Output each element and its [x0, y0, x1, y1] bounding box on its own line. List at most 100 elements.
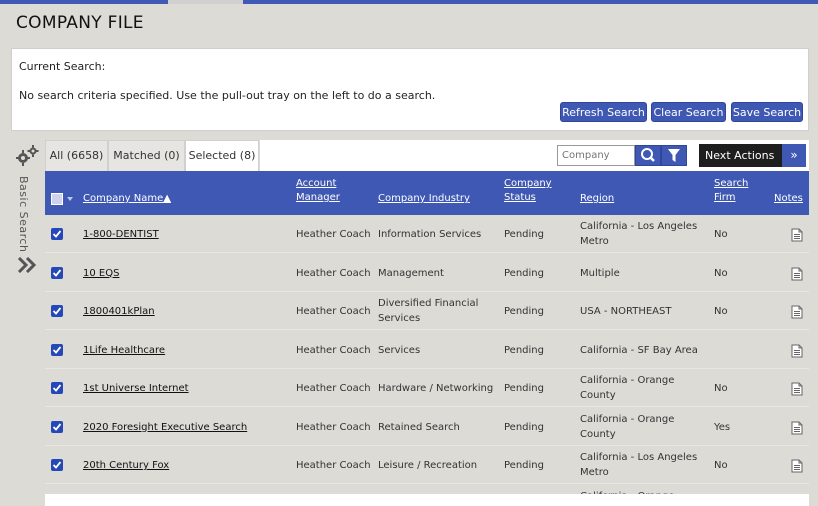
region-cell: California - Orange — [580, 375, 675, 386]
select-all-checkbox[interactable] — [51, 193, 63, 205]
tab-matched[interactable]: Matched (0) — [108, 140, 185, 171]
save-search-button[interactable]: Save Search — [731, 102, 803, 122]
company-name-link[interactable]: 10 EQS — [83, 266, 119, 281]
company-status-cell: Pending — [504, 267, 544, 279]
table-header: Company Name▲ Account Manager Company In… — [45, 171, 809, 215]
company-industry-cell: Retained Search — [378, 421, 460, 433]
row-checkbox[interactable] — [51, 382, 63, 394]
company-status-cell: Pending — [504, 460, 544, 471]
company-status-cell: Pending — [504, 306, 544, 317]
row-checkbox[interactable] — [51, 343, 63, 356]
current-search-label: Current Search: — [19, 60, 106, 73]
notes-icon[interactable] — [791, 343, 803, 357]
notes-icon[interactable] — [791, 266, 803, 280]
col-account-manager-line1: Account — [296, 178, 337, 189]
region-cell: County — [580, 390, 616, 401]
notes-icon[interactable] — [791, 420, 803, 434]
search-firm-cell: No — [714, 383, 728, 394]
account-manager-cell: Heather Coach — [296, 306, 371, 317]
filter-button[interactable] — [661, 145, 687, 166]
account-manager-cell: Heather Coach — [296, 460, 371, 471]
company-industry-cell: Services — [378, 313, 421, 324]
table-row[interactable]: 1Life Healthcare Heather Coach Services Pen… — [45, 331, 809, 369]
current-search-panel: Current Search: No search criteria speci… — [11, 48, 809, 131]
table-row[interactable]: 2020 Foresight Executive Search Heather C… — [45, 408, 809, 446]
col-company-status-line1: Company — [504, 178, 552, 189]
col-company-name[interactable]: Company Name▲ — [83, 192, 171, 206]
company-name-link[interactable]: 1Life Healthcare — [83, 343, 165, 358]
company-industry-cell: Management — [378, 267, 444, 279]
row-checkbox[interactable] — [51, 305, 63, 317]
row-checkbox[interactable] — [51, 459, 63, 471]
col-search-firm-line2: Firm — [714, 192, 736, 203]
table-row[interactable]: 20th Century Fox Heather Coach Leisure / R… — [45, 446, 809, 484]
table-row[interactable]: 1st Universe Internet Heather Coach Hardwa… — [45, 369, 809, 407]
search-tray-rail: Basic Search — [11, 140, 43, 506]
company-name-link[interactable]: 1800401kPlan — [83, 304, 155, 319]
double-chevron-icon: » — [782, 144, 806, 167]
refresh-search-button[interactable]: Refresh Search — [560, 102, 647, 122]
company-status-cell: Pending — [504, 229, 544, 240]
region-cell: Multiple — [580, 267, 620, 279]
region-cell: California - Orange — [580, 413, 675, 425]
search-firm-cell: No — [714, 460, 728, 471]
search-firm-cell: No — [714, 306, 728, 317]
next-actions-label: Next Actions — [705, 149, 775, 162]
notes-icon[interactable] — [791, 458, 803, 473]
next-actions-button[interactable]: Next Actions » — [699, 144, 806, 167]
company-name-link[interactable]: 1-800-DENTIST — [83, 227, 159, 242]
tab-all[interactable]: All (6658) — [45, 140, 108, 171]
region-cell: California - Los Angeles — [580, 452, 698, 463]
basic-search-tab[interactable]: Basic Search — [17, 176, 30, 252]
row-checkbox[interactable] — [51, 420, 63, 433]
gear-icon[interactable] — [14, 143, 40, 169]
page-title: COMPANY FILE — [16, 13, 144, 33]
account-manager-cell: Heather Coach — [296, 344, 371, 356]
company-name-link[interactable]: 2020 Foresight Executive Search — [83, 420, 247, 435]
company-industry-cell: Information Services — [378, 229, 482, 240]
company-status-cell: Pending — [504, 344, 544, 356]
region-cell: Metro — [580, 236, 609, 247]
top-accent-segment — [168, 0, 243, 4]
clear-search-button[interactable]: Clear Search — [651, 102, 726, 122]
notes-icon[interactable] — [791, 381, 803, 396]
account-manager-cell: Heather Coach — [296, 383, 371, 394]
company-status-cell: Pending — [504, 421, 544, 433]
search-icon — [641, 148, 655, 162]
table-row[interactable]: 10 EQS Heather Coach Management Pending Mult… — [45, 254, 809, 292]
region-cell: USA - NORTHEAST — [580, 306, 672, 317]
col-notes[interactable]: Notes — [774, 192, 803, 206]
search-button[interactable] — [635, 145, 661, 166]
company-name-link[interactable]: 1st Universe Internet — [83, 381, 189, 396]
top-accent-bar — [0, 0, 818, 4]
col-company-status[interactable]: Company Status — [504, 177, 552, 205]
region-cell: California - Los Angeles — [580, 221, 698, 232]
table-row[interactable]: 1-800-DENTIST Heather Coach Information Se… — [45, 215, 809, 253]
select-menu-caret-icon[interactable] — [67, 197, 73, 201]
company-industry-cell: Diversified Financial — [378, 298, 479, 309]
row-checkbox[interactable] — [51, 266, 63, 279]
col-search-firm-line1: Search — [714, 178, 749, 189]
account-manager-cell: Heather Coach — [296, 421, 371, 433]
col-company-industry[interactable]: Company Industry — [378, 192, 470, 206]
company-industry-cell: Hardware / Networking — [378, 383, 494, 394]
company-industry-cell: Services — [378, 344, 421, 356]
col-search-firm[interactable]: Search Firm — [714, 177, 748, 205]
filter-icon — [668, 149, 680, 162]
table-row[interactable]: 1800401kPlan Heather Coach Diversified Fin… — [45, 292, 809, 330]
col-company-status-line2: Status — [504, 192, 536, 203]
company-search-input[interactable] — [557, 145, 635, 166]
col-region[interactable]: Region — [580, 192, 614, 206]
company-status-cell: Pending — [504, 383, 544, 394]
row-checkbox[interactable] — [51, 228, 63, 240]
double-chevron-right-icon[interactable] — [17, 256, 37, 274]
notes-icon[interactable] — [791, 304, 803, 319]
company-name-link[interactable]: 20th Century Fox — [83, 458, 169, 473]
col-account-manager[interactable]: Account Manager — [296, 177, 340, 205]
company-table: Company Name▲ Account Manager Company In… — [45, 171, 809, 506]
notes-icon[interactable] — [791, 227, 803, 242]
region-cell: Metro — [580, 467, 609, 478]
company-industry-cell: Leisure / Recreation — [378, 460, 478, 471]
region-cell: California - SF Bay Area — [580, 344, 698, 356]
tab-selected[interactable]: Selected (8) — [185, 140, 259, 171]
